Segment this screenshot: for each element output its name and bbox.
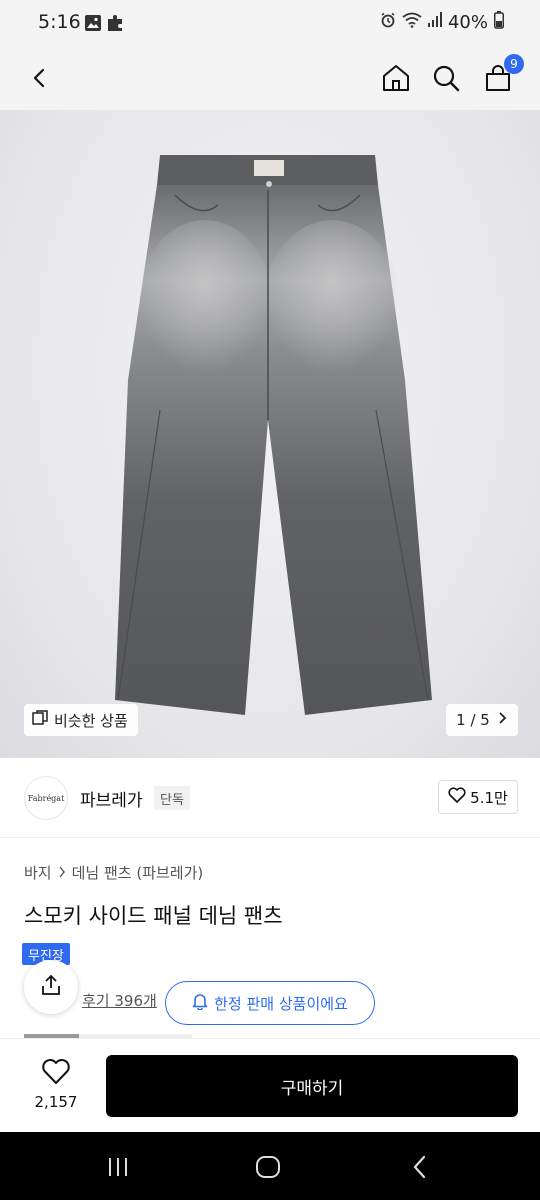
brand-like-count: 5.1만 (470, 788, 508, 807)
cart-icon[interactable]: 9 (478, 54, 524, 98)
review-link[interactable]: 후기 396개 (82, 990, 157, 1011)
wifi-icon (402, 12, 422, 33)
limited-sale-toast: 한정 판매 상품이에요 (165, 981, 375, 1025)
back-nav-icon[interactable] (400, 1150, 440, 1184)
similar-label: 비슷한 상품 (54, 711, 128, 730)
breadcrumb-subcategory[interactable]: 데님 팬츠 (파브레가) (72, 862, 204, 883)
brand-row: Fabrégat 파브레가 단독 5.1만 (0, 758, 540, 838)
recent-apps-icon[interactable] (98, 1150, 138, 1184)
wishlist-button[interactable]: 2,157 (22, 1057, 90, 1119)
status-right: 40% (380, 11, 504, 34)
brand-logo[interactable]: Fabrégat (24, 776, 68, 820)
battery-text: 40% (447, 12, 488, 33)
chevron-right-icon (58, 864, 66, 882)
home-icon[interactable] (376, 58, 416, 98)
heart-icon (41, 1057, 71, 1089)
home-nav-icon[interactable] (248, 1150, 288, 1184)
product-title: 스모키 사이드 패널 데님 팬츠 (24, 904, 283, 928)
signal-icon (427, 12, 442, 33)
bell-icon (192, 992, 208, 1014)
jeans-illustration (115, 155, 432, 715)
brand-like-button[interactable]: 5.1만 (438, 780, 518, 814)
share-button[interactable] (24, 960, 78, 1014)
battery-icon (494, 11, 504, 34)
pager-text: 1 / 5 (456, 711, 490, 729)
breadcrumb: 바지 데님 팬츠 (파브레가) (24, 862, 203, 883)
buy-button[interactable]: 구매하기 (106, 1055, 518, 1117)
similar-products-button[interactable]: 비슷한 상품 (24, 704, 138, 736)
status-time: 5:16 (38, 11, 81, 33)
cart-count-badge: 9 (504, 54, 524, 74)
puzzle-icon (106, 13, 126, 37)
heart-icon (448, 787, 466, 807)
product-image[interactable]: 비슷한 상품 1 / 5 (0, 110, 540, 758)
system-nav-bar (0, 1132, 540, 1200)
status-bar: 5:16 40% (0, 0, 540, 48)
search-icon[interactable] (426, 58, 466, 98)
alarm-icon (380, 12, 396, 33)
brand-logo-text: Fabrégat (27, 793, 65, 803)
breadcrumb-category[interactable]: 바지 (24, 862, 52, 883)
exclusive-badge: 단독 (154, 786, 190, 810)
back-arrow-icon[interactable] (20, 58, 60, 98)
brand-name[interactable]: 파브레가 (80, 786, 143, 811)
bottom-action-bar: 2,157 구매하기 (0, 1038, 540, 1132)
image-pager[interactable]: 1 / 5 (446, 704, 518, 736)
app-header: 9 (0, 48, 540, 110)
share-icon (40, 974, 62, 1000)
gallery-icon (84, 14, 102, 36)
wishlist-count: 2,157 (34, 1093, 78, 1111)
similar-icon (32, 710, 48, 730)
chevron-right-icon (498, 711, 508, 729)
toast-text: 한정 판매 상품이에요 (214, 994, 348, 1013)
